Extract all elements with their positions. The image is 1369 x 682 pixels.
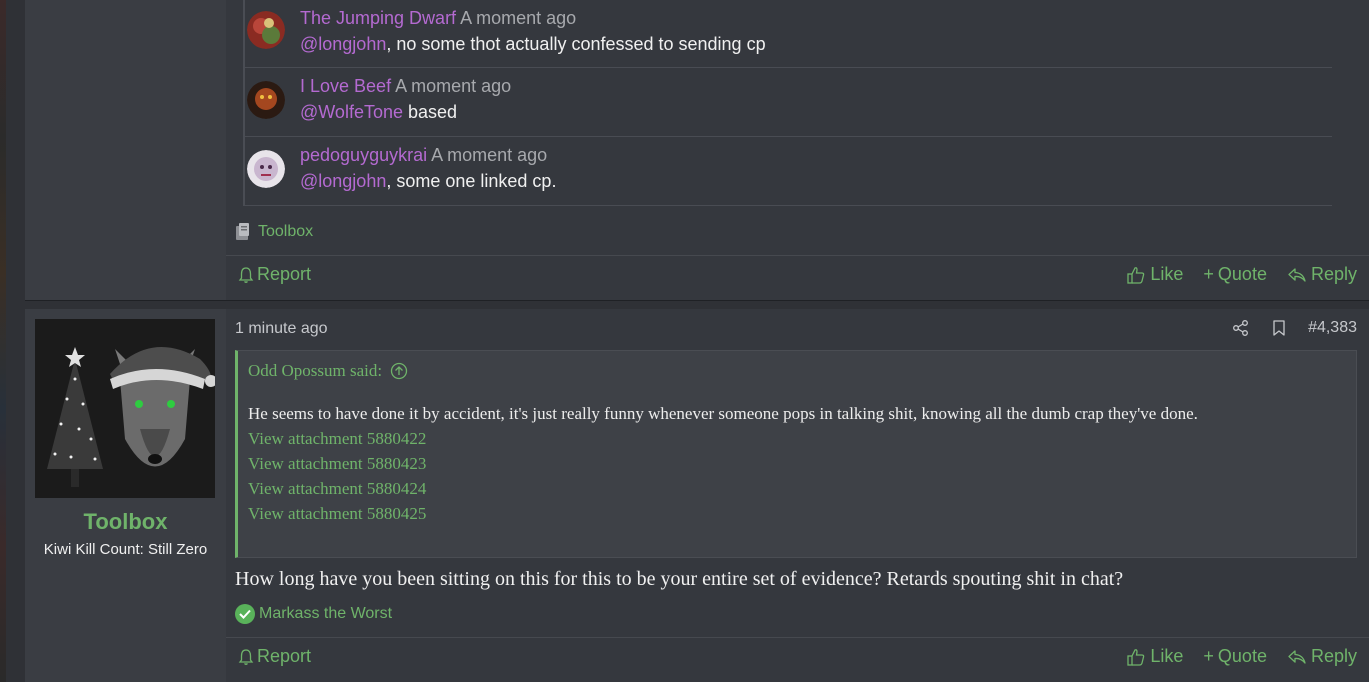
bell-icon (238, 266, 254, 283)
post-tools: #4,383 (1232, 319, 1357, 337)
attachment-link[interactable]: View attachment 5880422 (248, 426, 1338, 451)
plus-icon: + (1203, 264, 1214, 284)
post-date[interactable]: 1 minute ago (235, 320, 328, 338)
reaction-bar: Markass the Worst (235, 604, 392, 624)
post-previous-sidebar (25, 0, 226, 300)
comment-mention[interactable]: @WolfeTone (300, 102, 403, 122)
reply-label: Reply (1310, 646, 1357, 666)
reaction-bar: Toolbox (234, 222, 313, 242)
reply-arrow-icon (1288, 267, 1306, 282)
page-edge-decoration (0, 0, 6, 682)
quote-author[interactable]: Odd Opossum said: (248, 361, 382, 381)
comment-text: based (403, 102, 458, 122)
avatar[interactable] (247, 150, 285, 188)
like-label: Like (1150, 646, 1184, 666)
comment-username[interactable]: I Love Beef (300, 76, 391, 96)
quote-label: Quote (1217, 646, 1267, 666)
attachment-link[interactable]: View attachment 5880424 (248, 476, 1338, 501)
post-action-bar: Report Like + Quote Reply (226, 255, 1369, 299)
check-reaction-icon (235, 604, 255, 624)
post-action-bar: Report Like + Quote Reply (226, 637, 1369, 681)
like-button[interactable]: Like (1126, 264, 1183, 285)
thumbs-up-icon (1127, 648, 1145, 666)
like-button[interactable]: Like (1126, 646, 1183, 667)
comment-time[interactable]: A moment ago (395, 76, 511, 96)
arrow-up-circle-icon[interactable] (390, 362, 408, 380)
comment-time[interactable]: A moment ago (460, 8, 576, 28)
report-button[interactable]: Report (238, 264, 311, 285)
report-button[interactable]: Report (238, 646, 311, 667)
thumbs-up-icon (1127, 266, 1145, 284)
post-body-text: How long have you been sitting on this f… (235, 568, 1124, 590)
post-number[interactable]: #4,383 (1308, 319, 1357, 337)
reply-button[interactable]: Reply (1287, 264, 1357, 285)
comment-username[interactable]: pedoguyguykrai (300, 145, 427, 165)
reply-label: Reply (1310, 264, 1357, 284)
reaction-user[interactable]: Markass the Worst (259, 605, 392, 623)
tool-reaction-icon (236, 223, 249, 240)
quote-label: Quote (1217, 264, 1267, 284)
report-label: Report (257, 646, 312, 666)
reply-button[interactable]: Reply (1287, 646, 1357, 667)
share-icon[interactable] (1232, 319, 1250, 337)
bell-icon (238, 648, 254, 665)
quote-text: He seems to have done it by accident, it… (248, 404, 1198, 423)
comment-username[interactable]: The Jumping Dwarf (300, 8, 456, 28)
comment-text: , no some thot actually confessed to sen… (386, 34, 766, 54)
quote-block: Odd Opossum said: He seems to have done … (235, 350, 1357, 558)
comment-text: , some one linked cp. (386, 171, 557, 191)
plus-icon: + (1203, 646, 1214, 666)
quote-header: Odd Opossum said: (238, 351, 1356, 391)
reply-arrow-icon (1288, 649, 1306, 664)
comment-mention[interactable]: @longjohn (300, 34, 386, 54)
avatar[interactable] (247, 81, 285, 119)
quote-button[interactable]: + Quote (1203, 646, 1267, 667)
profile-comments-list: The Jumping Dwarf A moment ago @longjohn,… (243, 0, 1332, 206)
poster-user-title: Kiwi Kill Count: Still Zero (43, 541, 208, 558)
bookmark-icon[interactable] (1270, 319, 1288, 337)
comment-item: pedoguyguykrai A moment ago @longjohn, so… (245, 137, 1332, 206)
comment-item: The Jumping Dwarf A moment ago @longjohn,… (245, 0, 1332, 68)
comment-mention[interactable]: @longjohn (300, 171, 386, 191)
attachment-link[interactable]: View attachment 5880423 (248, 451, 1338, 476)
comment-time[interactable]: A moment ago (431, 145, 547, 165)
like-label: Like (1150, 264, 1184, 284)
attachment-link[interactable]: View attachment 5880425 (248, 501, 1338, 526)
poster-username[interactable]: Toolbox (25, 509, 226, 535)
quote-button[interactable]: + Quote (1203, 264, 1267, 285)
comment-item: I Love Beef A moment ago @WolfeTone based (245, 68, 1332, 137)
report-label: Report (257, 264, 312, 284)
reaction-user[interactable]: Toolbox (258, 223, 313, 241)
avatar[interactable] (35, 319, 215, 498)
avatar[interactable] (247, 11, 285, 49)
post-user-sidebar: Toolbox Kiwi Kill Count: Still Zero (25, 309, 226, 682)
quote-content: He seems to have done it by accident, it… (248, 401, 1338, 526)
